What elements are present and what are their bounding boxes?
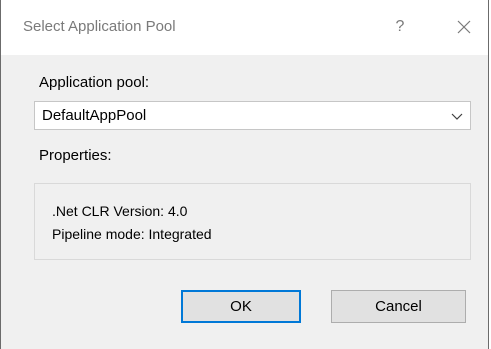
close-button[interactable] xyxy=(449,12,479,42)
close-icon xyxy=(457,20,471,34)
help-icon: ? xyxy=(395,18,405,35)
ok-button[interactable]: OK xyxy=(181,290,301,323)
pipeline-mode-text: Pipeline mode: Integrated xyxy=(52,226,212,242)
help-button[interactable]: ? xyxy=(385,12,415,42)
chevron-down-icon xyxy=(451,113,463,120)
application-pool-selected-value: DefaultAppPool xyxy=(42,107,147,124)
properties-label: Properties: xyxy=(39,147,112,164)
select-application-pool-dialog: Select Application Pool ? Application po… xyxy=(0,0,489,349)
properties-panel: .Net CLR Version: 4.0 Pipeline mode: Int… xyxy=(34,183,471,260)
dialog-title: Select Application Pool xyxy=(23,18,176,35)
application-pool-label: Application pool: xyxy=(39,74,150,91)
clr-version-text: .Net CLR Version: 4.0 xyxy=(52,203,188,219)
cancel-button[interactable]: Cancel xyxy=(331,290,466,323)
application-pool-select[interactable]: DefaultAppPool xyxy=(34,101,471,130)
title-bar: Select Application Pool ? xyxy=(1,0,488,55)
